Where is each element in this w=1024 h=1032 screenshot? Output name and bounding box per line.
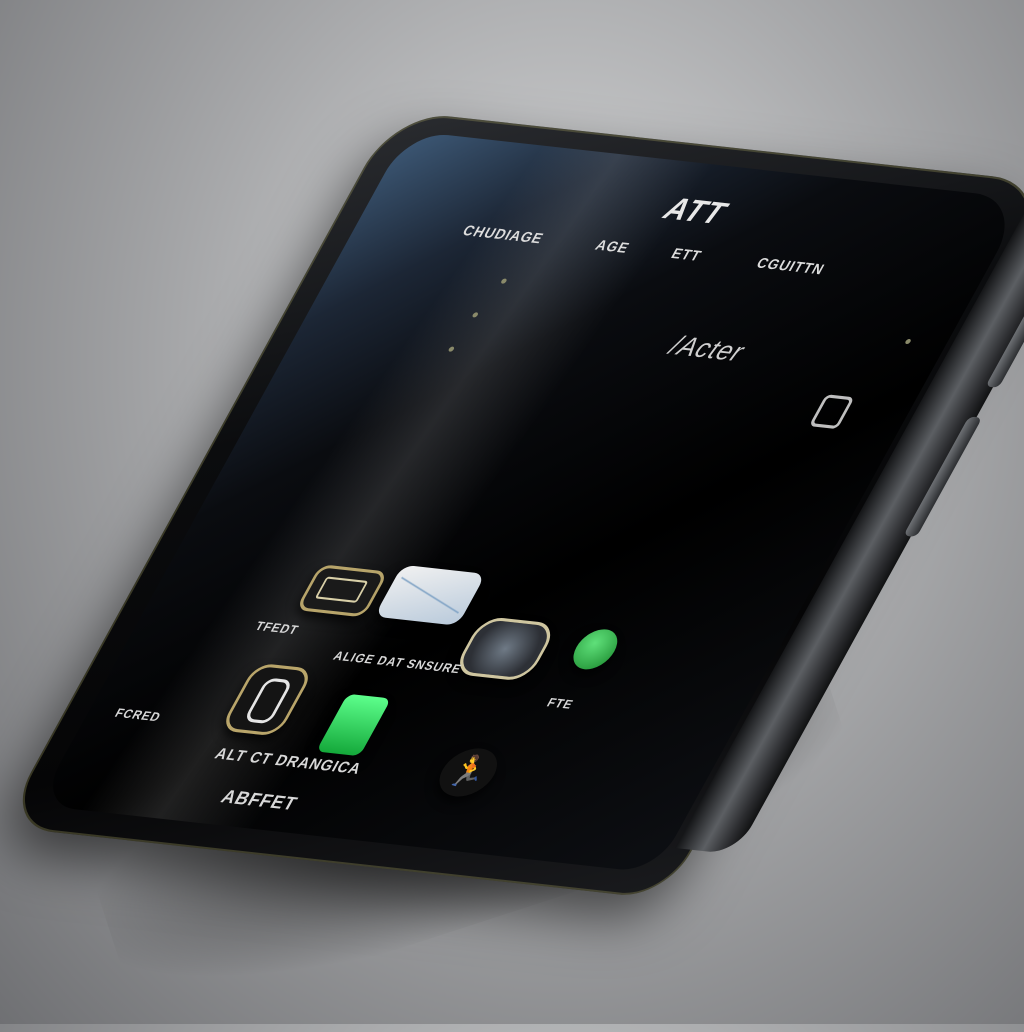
app-label-right: FTE xyxy=(544,695,577,712)
status-item-3: ETT xyxy=(668,244,706,264)
camera-icon[interactable] xyxy=(451,615,559,682)
phone-device: ATT CHUDIAGE AGE ETT CGUITTN /Acter TFED… xyxy=(1,110,1024,900)
product-photo: ATT CHUDIAGE AGE ETT CGUITTN /Acter TFED… xyxy=(0,0,1024,1032)
phone-icon[interactable] xyxy=(565,627,626,672)
carrier-name: /Acter xyxy=(664,329,751,368)
indicator-dot xyxy=(904,338,912,345)
status-item-4: CGUITTN xyxy=(753,254,829,278)
square-icon[interactable] xyxy=(808,394,855,430)
fitness-icon[interactable]: 🏃 xyxy=(429,745,508,800)
